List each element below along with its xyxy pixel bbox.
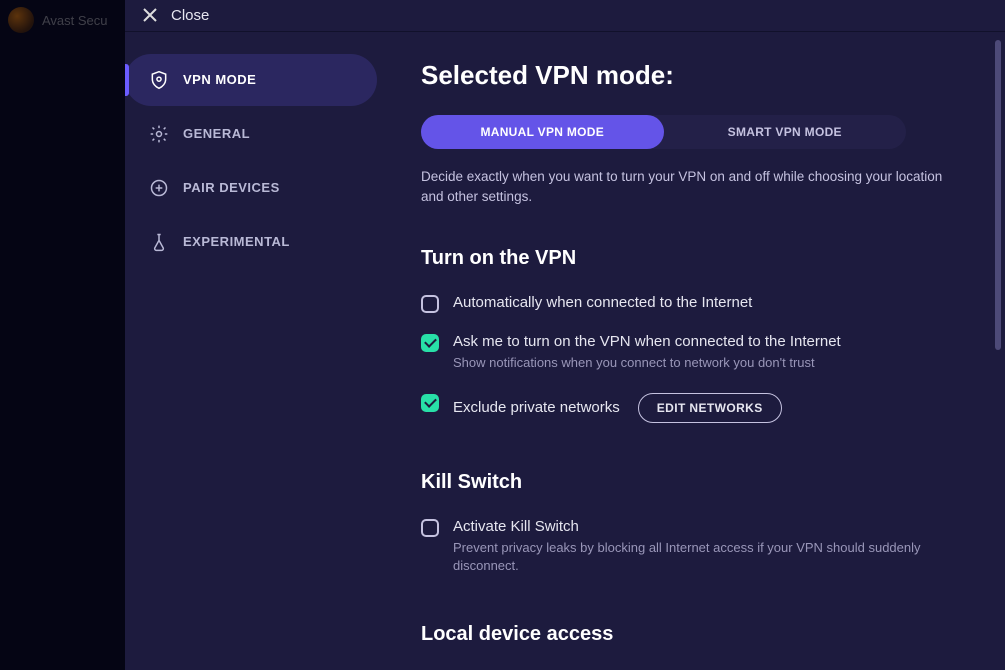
settings-content: Selected VPN mode: MANUAL VPN MODE SMART… bbox=[385, 32, 1005, 670]
scrollbar-thumb[interactable] bbox=[995, 40, 1001, 350]
option-label: Activate Kill Switch bbox=[453, 518, 963, 535]
checkbox-ask-connect[interactable] bbox=[421, 334, 439, 352]
page-title: Selected VPN mode: bbox=[421, 60, 963, 91]
sidebar-item-experimental[interactable]: EXPERIMENTAL bbox=[125, 216, 377, 268]
settings-sidebar: VPN MODE GENERAL PAIR DEVICES EXPERIMENT… bbox=[125, 32, 385, 670]
option-subtext: Prevent privacy leaks by blocking all In… bbox=[453, 539, 963, 575]
sidebar-item-label: PAIR DEVICES bbox=[183, 180, 280, 195]
gear-icon bbox=[149, 124, 169, 144]
checkbox-auto-connect[interactable] bbox=[421, 295, 439, 313]
edit-networks-button[interactable]: EDIT NETWORKS bbox=[638, 393, 782, 423]
plus-circle-icon bbox=[149, 178, 169, 198]
close-icon[interactable] bbox=[143, 8, 157, 22]
checkbox-exclude-private[interactable] bbox=[421, 394, 439, 412]
avast-logo-icon bbox=[8, 7, 34, 33]
sidebar-item-label: EXPERIMENTAL bbox=[183, 234, 290, 249]
segment-smart-vpn[interactable]: SMART VPN MODE bbox=[664, 115, 907, 149]
sidebar-item-pair-devices[interactable]: PAIR DEVICES bbox=[125, 162, 377, 214]
option-ask-connect: Ask me to turn on the VPN when connected… bbox=[421, 333, 963, 372]
shield-gear-icon bbox=[149, 70, 169, 90]
option-label: Ask me to turn on the VPN when connected… bbox=[453, 333, 963, 350]
option-label: Automatically when connected to the Inte… bbox=[453, 294, 963, 311]
option-auto-connect: Automatically when connected to the Inte… bbox=[421, 294, 963, 313]
lab-icon bbox=[149, 232, 169, 252]
settings-panel: Close VPN MODE GENERAL PAIR DEVICES EXPE… bbox=[125, 0, 1005, 670]
close-button[interactable]: Close bbox=[171, 7, 209, 24]
sidebar-item-general[interactable]: GENERAL bbox=[125, 108, 377, 160]
sidebar-item-label: GENERAL bbox=[183, 126, 250, 141]
section-title-local-device: Local device access bbox=[421, 623, 963, 646]
background-app-title: Avast Secu bbox=[42, 13, 108, 28]
sidebar-item-vpn-mode[interactable]: VPN MODE bbox=[125, 54, 377, 106]
panel-header: Close bbox=[125, 0, 1005, 31]
section-title-turn-on: Turn on the VPN bbox=[421, 247, 963, 270]
option-subtext: Show notifications when you connect to n… bbox=[453, 354, 963, 372]
background-app-header: Avast Secu bbox=[0, 0, 130, 40]
checkbox-kill-switch[interactable] bbox=[421, 519, 439, 537]
option-label: Exclude private networks bbox=[453, 399, 620, 416]
segment-manual-vpn[interactable]: MANUAL VPN MODE bbox=[421, 115, 664, 149]
sidebar-item-label: VPN MODE bbox=[183, 72, 256, 87]
vpn-mode-toggle: MANUAL VPN MODE SMART VPN MODE bbox=[421, 115, 906, 149]
option-exclude-private: Exclude private networks EDIT NETWORKS bbox=[421, 393, 963, 423]
option-kill-switch: Activate Kill Switch Prevent privacy lea… bbox=[421, 518, 963, 575]
mode-description: Decide exactly when you want to turn you… bbox=[421, 167, 963, 208]
section-title-kill-switch: Kill Switch bbox=[421, 471, 963, 494]
